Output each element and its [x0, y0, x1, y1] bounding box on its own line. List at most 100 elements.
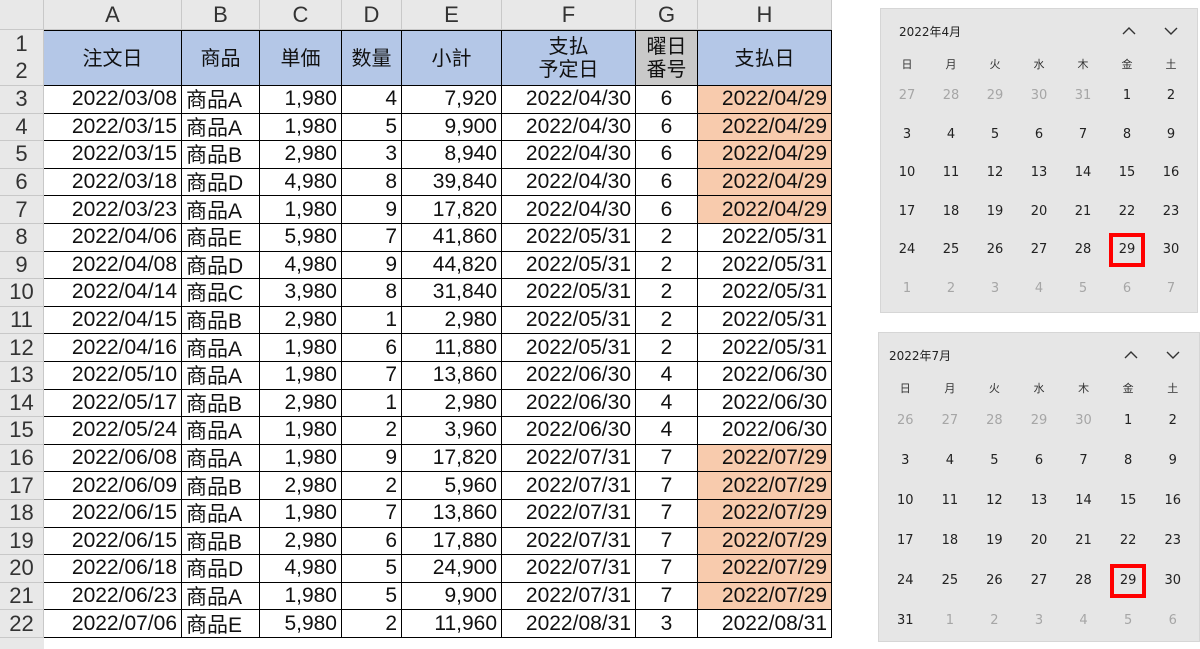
- table-header-a[interactable]: 注文日: [44, 30, 182, 86]
- cell-qty[interactable]: 3: [342, 141, 402, 169]
- calendar-day[interactable]: 17: [883, 521, 928, 561]
- cell-price[interactable]: 1,980: [260, 196, 342, 224]
- cell-item[interactable]: 商品A: [182, 86, 260, 114]
- cell-subtotal[interactable]: 44,820: [402, 251, 502, 280]
- cell-subtotal[interactable]: 13,860: [402, 499, 502, 528]
- calendar-day[interactable]: 20: [1017, 521, 1062, 561]
- calendar-day[interactable]: 4: [1017, 270, 1061, 309]
- calendar-day[interactable]: 11: [928, 481, 973, 521]
- calendar-day[interactable]: 4: [1061, 601, 1106, 641]
- cell-due[interactable]: 2022/07/31: [502, 582, 636, 611]
- cell-paid[interactable]: 2022/07/29: [698, 555, 832, 583]
- cell-dow[interactable]: 4: [636, 389, 698, 418]
- cell-due[interactable]: 2022/07/31: [502, 527, 636, 556]
- cell-qty[interactable]: 7: [342, 361, 402, 390]
- cell-due[interactable]: 2022/04/30: [502, 196, 636, 224]
- calendar-day[interactable]: 30: [1017, 77, 1061, 116]
- cell-paid[interactable]: 2022/06/30: [698, 361, 832, 390]
- table-header-b[interactable]: 商品: [182, 30, 260, 86]
- cell-dow[interactable]: 4: [636, 361, 698, 390]
- cell-dow[interactable]: 2: [636, 334, 698, 362]
- calendar-day[interactable]: 3: [885, 116, 929, 155]
- cell-subtotal[interactable]: 17,820: [402, 444, 502, 473]
- cell-qty[interactable]: 1: [342, 306, 402, 335]
- cell-due[interactable]: 2022/07/31: [502, 499, 636, 528]
- cell-price[interactable]: 1,980: [260, 334, 342, 362]
- cell-qty[interactable]: 9: [342, 444, 402, 473]
- cell-qty[interactable]: 8: [342, 168, 402, 197]
- calendar-day[interactable]: 28: [972, 401, 1017, 441]
- cell-paid[interactable]: 2022/06/30: [698, 389, 832, 418]
- cell-subtotal[interactable]: 11,880: [402, 334, 502, 362]
- cell-paid[interactable]: 2022/07/29: [698, 527, 832, 556]
- cell-qty[interactable]: 2: [342, 472, 402, 500]
- calendar-day[interactable]: 9: [1149, 116, 1193, 155]
- calendar-day[interactable]: 30: [1061, 401, 1106, 441]
- cell-due[interactable]: 2022/08/31: [502, 610, 636, 638]
- cell-paid[interactable]: 2022/05/31: [698, 334, 832, 362]
- column-header-h[interactable]: H: [698, 0, 832, 30]
- calendar-day[interactable]: 21: [1061, 193, 1105, 232]
- calendar-day[interactable]: 2: [972, 601, 1017, 641]
- calendar-day[interactable]: 31: [1061, 77, 1105, 116]
- cell-dow[interactable]: 4: [636, 417, 698, 445]
- calendar-day[interactable]: 2: [1149, 77, 1193, 116]
- cell-subtotal[interactable]: 9,900: [402, 113, 502, 142]
- calendar-day[interactable]: 6: [1150, 601, 1195, 641]
- calendar-day[interactable]: 14: [1061, 481, 1106, 521]
- cell-item[interactable]: 商品D: [182, 251, 260, 280]
- calendar-day[interactable]: 20: [1017, 193, 1061, 232]
- cell-dow[interactable]: 6: [636, 113, 698, 142]
- cell-price[interactable]: 2,980: [260, 472, 342, 500]
- cell-order[interactable]: 2022/05/10: [44, 361, 182, 390]
- cell-price[interactable]: 4,980: [260, 251, 342, 280]
- cell-item[interactable]: 商品A: [182, 361, 260, 390]
- cell-due[interactable]: 2022/05/31: [502, 306, 636, 335]
- column-header-b[interactable]: B: [182, 0, 260, 30]
- cell-subtotal[interactable]: 41,860: [402, 223, 502, 252]
- calendar-day[interactable]: 19: [973, 193, 1017, 232]
- cell-order[interactable]: 2022/04/14: [44, 279, 182, 307]
- cell-subtotal[interactable]: 3,960: [402, 417, 502, 445]
- cell-order[interactable]: 2022/05/24: [44, 417, 182, 445]
- calendar-day[interactable]: 8: [1106, 441, 1151, 481]
- cell-paid[interactable]: 2022/07/29: [698, 472, 832, 500]
- cell-qty[interactable]: 7: [342, 499, 402, 528]
- table-header-e[interactable]: 小計: [402, 30, 502, 86]
- row-header[interactable]: 17: [0, 472, 44, 500]
- cell-subtotal[interactable]: 24,900: [402, 555, 502, 583]
- calendar-day[interactable]: 5: [972, 441, 1017, 481]
- cell-paid[interactable]: 2022/04/29: [698, 196, 832, 224]
- calendar-day[interactable]: 29: [1017, 401, 1062, 441]
- cell-subtotal[interactable]: 9,900: [402, 582, 502, 611]
- calendar-day[interactable]: 27: [885, 77, 929, 116]
- cell-price[interactable]: 1,980: [260, 361, 342, 390]
- table-header-f[interactable]: 支払 予定日: [502, 30, 636, 86]
- row-header[interactable]: 9: [0, 251, 44, 280]
- calendar-day[interactable]: 27: [1017, 231, 1061, 270]
- cell-due[interactable]: 2022/07/31: [502, 444, 636, 473]
- cell-item[interactable]: 商品A: [182, 334, 260, 362]
- cell-due[interactable]: 2022/06/30: [502, 417, 636, 445]
- chevron-down-icon[interactable]: [1159, 341, 1187, 369]
- cell-item[interactable]: 商品A: [182, 196, 260, 224]
- calendar-day[interactable]: 28: [1061, 561, 1106, 601]
- column-header-g[interactable]: G: [636, 0, 698, 30]
- cell-due[interactable]: 2022/07/31: [502, 472, 636, 500]
- cell-item[interactable]: 商品E: [182, 223, 260, 252]
- calendar-month-label[interactable]: 2022年4月: [899, 23, 961, 40]
- cell-item[interactable]: 商品A: [182, 417, 260, 445]
- cell-item[interactable]: 商品D: [182, 168, 260, 197]
- cell-due[interactable]: 2022/07/31: [502, 555, 636, 583]
- cell-qty[interactable]: 9: [342, 196, 402, 224]
- cell-qty[interactable]: 2: [342, 417, 402, 445]
- cell-qty[interactable]: 9: [342, 251, 402, 280]
- cell-paid[interactable]: 2022/05/31: [698, 279, 832, 307]
- calendar-day[interactable]: 16: [1149, 154, 1193, 193]
- cell-dow[interactable]: 6: [636, 168, 698, 197]
- cell-dow[interactable]: 7: [636, 555, 698, 583]
- cell-order[interactable]: 2022/03/08: [44, 86, 182, 114]
- calendar-day[interactable]: 5: [1106, 601, 1151, 641]
- cell-price[interactable]: 2,980: [260, 389, 342, 418]
- cell-paid[interactable]: 2022/04/29: [698, 86, 832, 114]
